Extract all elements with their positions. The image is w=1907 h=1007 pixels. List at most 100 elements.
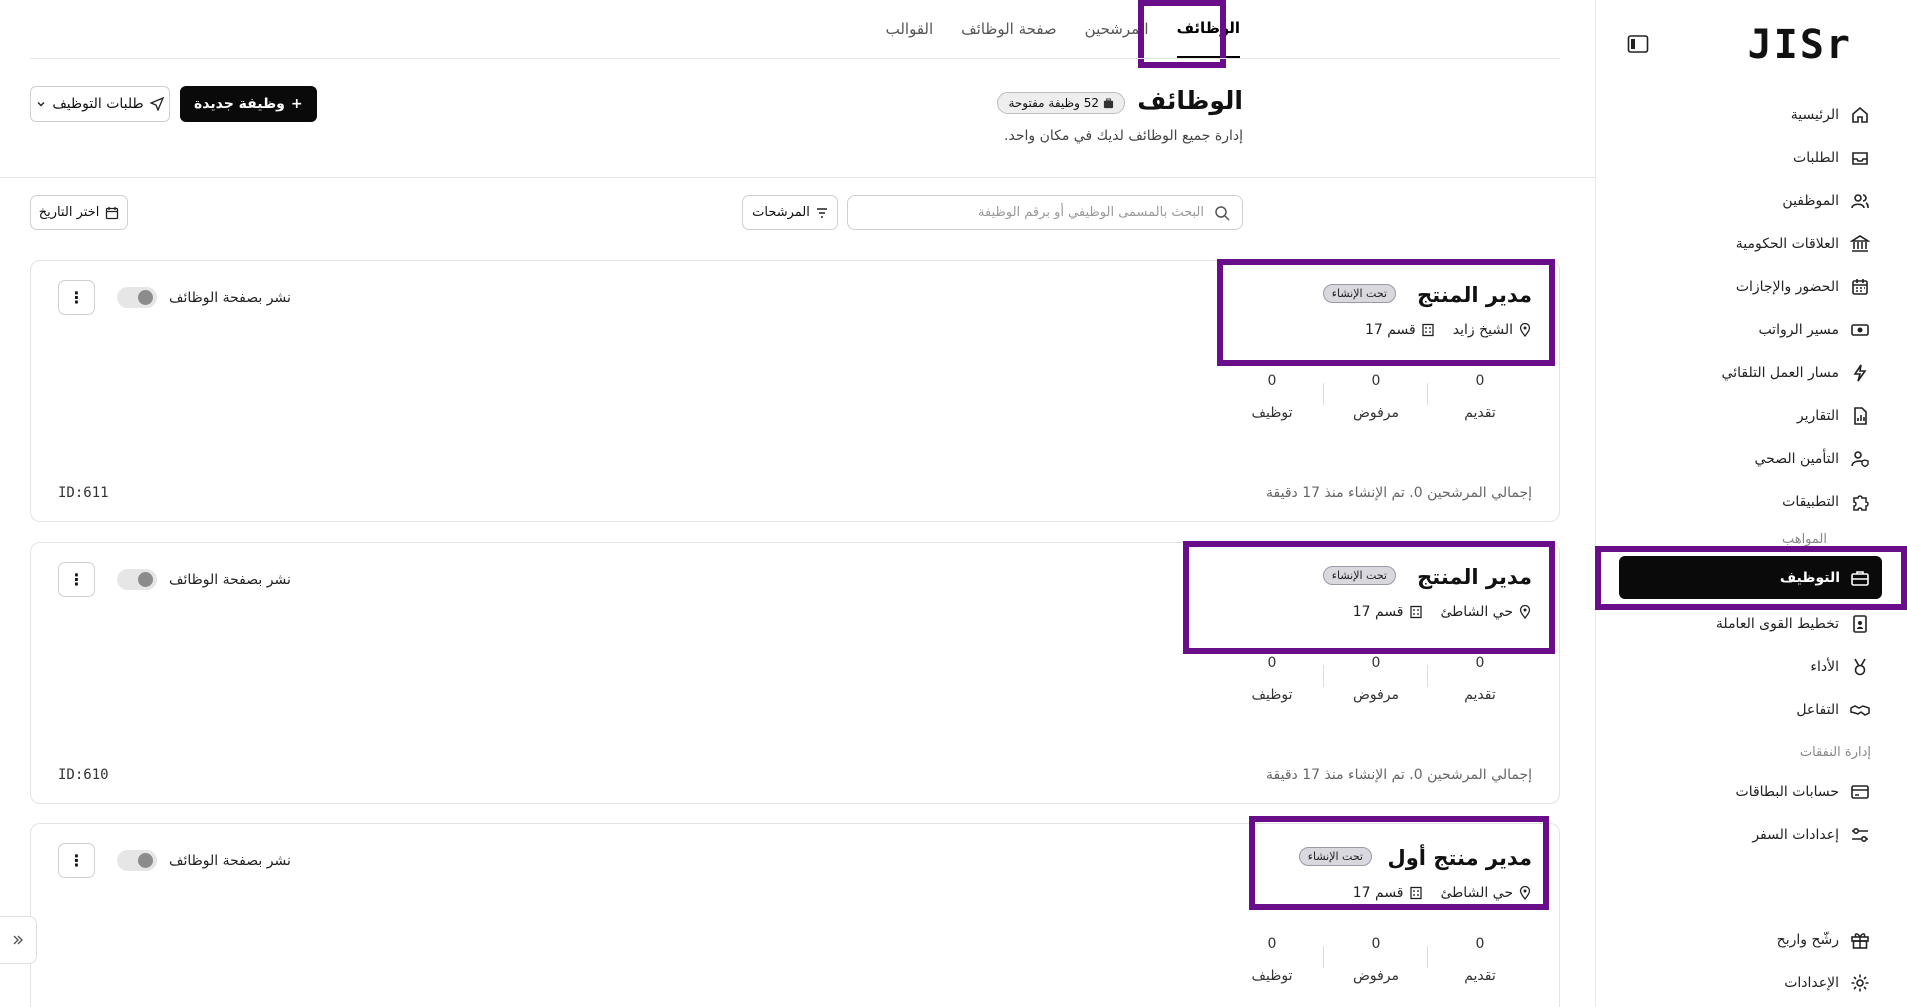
tab-careers-page[interactable]: صفحة الوظائف xyxy=(961,0,1057,58)
stat-rejected[interactable]: 0 مرفوض xyxy=(1324,936,1428,984)
sidebar-item-workforce-planning[interactable]: تخطيط القوى العاملة xyxy=(1716,606,1871,642)
sidebar-item-label: التفاعل xyxy=(1796,702,1839,718)
publish-toggle[interactable] xyxy=(117,569,157,590)
job-id: ID:611 xyxy=(58,485,109,501)
stat-hired[interactable]: 0 توظيف xyxy=(1220,373,1324,421)
job-stats: 0 تقديم 0 مرفوض 0 توظيف xyxy=(1220,936,1532,984)
date-picker-button[interactable]: اختر التاريخ xyxy=(30,195,128,230)
filter-icon xyxy=(816,207,828,219)
job-card[interactable]: مدير المنتج تحت الإنشاء الشيخ زايد قسم 1… xyxy=(30,260,1560,522)
sidebar-item-attendance[interactable]: الحضور والإجازات xyxy=(1736,269,1871,305)
job-footer: إجمالي المرشحين 0. تم الإنشاء منذ 17 دقي… xyxy=(1266,485,1532,501)
more-options-button[interactable]: ⋮ xyxy=(58,280,95,315)
stat-hired[interactable]: 0 توظيف xyxy=(1220,655,1324,703)
stat-applied[interactable]: 0 تقديم xyxy=(1428,936,1532,984)
sidebar-section-talent: المواهب xyxy=(1781,532,1827,547)
search-placeholder: البحث بالمسمى الوظيفي أو برقم الوظيفة xyxy=(978,205,1204,220)
credit-card-icon xyxy=(1849,781,1871,803)
sidebar-item-travel-settings[interactable]: إعدادات السفر xyxy=(1752,817,1871,853)
building-icon xyxy=(1421,323,1435,337)
building-icon xyxy=(1409,886,1423,900)
handshake-icon xyxy=(1849,699,1871,721)
sidebar-item-label: الأداء xyxy=(1810,659,1839,675)
tab-candidates[interactable]: المرشحين xyxy=(1085,0,1149,58)
sidebar-item-requests[interactable]: الطلبات xyxy=(1793,140,1871,176)
sidebar-item-label: مسير الرواتب xyxy=(1758,322,1839,338)
sidebar-item-engagement[interactable]: التفاعل xyxy=(1796,692,1871,728)
sidebar-item-settings[interactable]: الإعدادات xyxy=(1784,965,1871,1001)
sidebar-item-label: الإعدادات xyxy=(1784,975,1839,991)
sidebar-item-apps[interactable]: التطبيقات xyxy=(1782,484,1871,520)
job-title[interactable]: مدير المنتج xyxy=(1417,283,1532,307)
job-location: حي الشاطئ xyxy=(1441,885,1533,901)
stat-rejected[interactable]: 0 مرفوض xyxy=(1324,373,1428,421)
jisr-logo[interactable]: JISr xyxy=(1748,22,1852,68)
location-pin-icon xyxy=(1518,323,1532,337)
sidebar-item-health-insurance[interactable]: التأمين الصحي xyxy=(1755,441,1871,477)
id-badge-icon xyxy=(1849,613,1871,635)
calendar-icon xyxy=(1849,276,1871,298)
sidebar-item-employees[interactable]: الموظفين xyxy=(1782,183,1871,219)
sidebar-item-label: تخطيط القوى العاملة xyxy=(1715,616,1839,632)
sidebar-item-automation[interactable]: مسار العمل التلقائي xyxy=(1722,355,1871,391)
puzzle-icon xyxy=(1849,491,1871,513)
more-options-button[interactable]: ⋮ xyxy=(58,843,95,878)
send-icon xyxy=(149,97,164,111)
sidebar-item-label: الموظفين xyxy=(1782,193,1839,209)
job-card[interactable]: مدير منتج أول تحت الإنشاء حي الشاطئ قسم … xyxy=(30,823,1560,1007)
payroll-icon xyxy=(1849,319,1871,341)
status-badge: تحت الإنشاء xyxy=(1322,284,1396,303)
job-title[interactable]: مدير المنتج xyxy=(1417,565,1532,589)
publish-controls: ⋮ نشر بصفحة الوظائف xyxy=(58,843,291,878)
sidebar-item-government-relations[interactable]: العلاقات الحكومية xyxy=(1736,226,1871,262)
search-icon xyxy=(1214,205,1230,221)
recruitment-requests-dropdown[interactable]: طلبات التوظيف xyxy=(30,86,170,122)
tab-jobs[interactable]: الوظائف xyxy=(1176,0,1240,58)
publish-toggle[interactable] xyxy=(117,850,157,871)
home-icon xyxy=(1849,104,1871,126)
sidebar-section-expenses: إدارة النفقات xyxy=(1799,745,1871,760)
job-department: قسم 17 xyxy=(1353,604,1423,620)
publish-toggle[interactable] xyxy=(117,287,157,308)
sidebar-toggle-icon[interactable] xyxy=(1627,34,1649,54)
filters-button[interactable]: المرشحات xyxy=(742,195,838,230)
sidebar-item-recruitment[interactable]: التوظيف xyxy=(1619,556,1882,599)
sidebar: JISr الرئيسية الطلبات الموظفين العلاقات … xyxy=(1595,0,1907,1007)
health-insurance-icon xyxy=(1849,448,1871,470)
double-chevron-icon xyxy=(11,933,25,947)
briefcase-icon xyxy=(1850,568,1870,588)
stat-applied[interactable]: 0 تقديم xyxy=(1428,373,1532,421)
medal-icon xyxy=(1849,656,1871,678)
job-meta: حي الشاطئ قسم 17 xyxy=(1353,885,1532,901)
sidebar-item-card-accounts[interactable]: حسابات البطاقات xyxy=(1736,774,1871,810)
job-location: حي الشاطئ xyxy=(1441,604,1533,620)
stat-applied[interactable]: 0 تقديم xyxy=(1428,655,1532,703)
status-badge: تحت الإنشاء xyxy=(1298,847,1372,866)
job-card[interactable]: مدير المنتج تحت الإنشاء حي الشاطئ قسم 17… xyxy=(30,542,1560,804)
more-options-button[interactable]: ⋮ xyxy=(58,562,95,597)
job-department: قسم 17 xyxy=(1353,885,1423,901)
new-job-button[interactable]: + وظيفة جديدة xyxy=(180,86,317,122)
sidebar-item-home[interactable]: الرئيسية xyxy=(1791,97,1871,133)
expand-panel-button[interactable] xyxy=(0,916,37,964)
location-pin-icon xyxy=(1518,886,1532,900)
sidebar-item-payroll[interactable]: مسير الرواتب xyxy=(1758,312,1871,348)
search-input[interactable]: البحث بالمسمى الوظيفي أو برقم الوظيفة xyxy=(847,195,1243,230)
status-badge: تحت الإنشاء xyxy=(1322,566,1396,585)
stat-hired[interactable]: 0 توظيف xyxy=(1220,936,1324,984)
job-footer: إجمالي المرشحين 0. تم الإنشاء منذ 17 دقي… xyxy=(1266,767,1532,783)
sidebar-item-performance[interactable]: الأداء xyxy=(1810,649,1871,685)
sidebar-item-reports[interactable]: التقارير xyxy=(1797,398,1871,434)
location-pin-icon xyxy=(1518,605,1532,619)
job-title[interactable]: مدير منتج أول xyxy=(1388,846,1532,870)
tab-templates[interactable]: القوالب xyxy=(886,0,934,58)
gift-icon xyxy=(1849,929,1871,951)
sidebar-item-label: التطبيقات xyxy=(1782,494,1839,510)
sidebar-item-refer-earn[interactable]: رشّح واربح xyxy=(1777,922,1871,958)
briefcase-icon xyxy=(1103,97,1114,109)
stat-rejected[interactable]: 0 مرفوض xyxy=(1324,655,1428,703)
sidebar-item-label: التوظيف xyxy=(1779,569,1840,586)
job-id: ID:610 xyxy=(58,767,109,783)
job-meta: الشيخ زايد قسم 17 xyxy=(1365,322,1532,338)
divider xyxy=(30,58,1560,59)
